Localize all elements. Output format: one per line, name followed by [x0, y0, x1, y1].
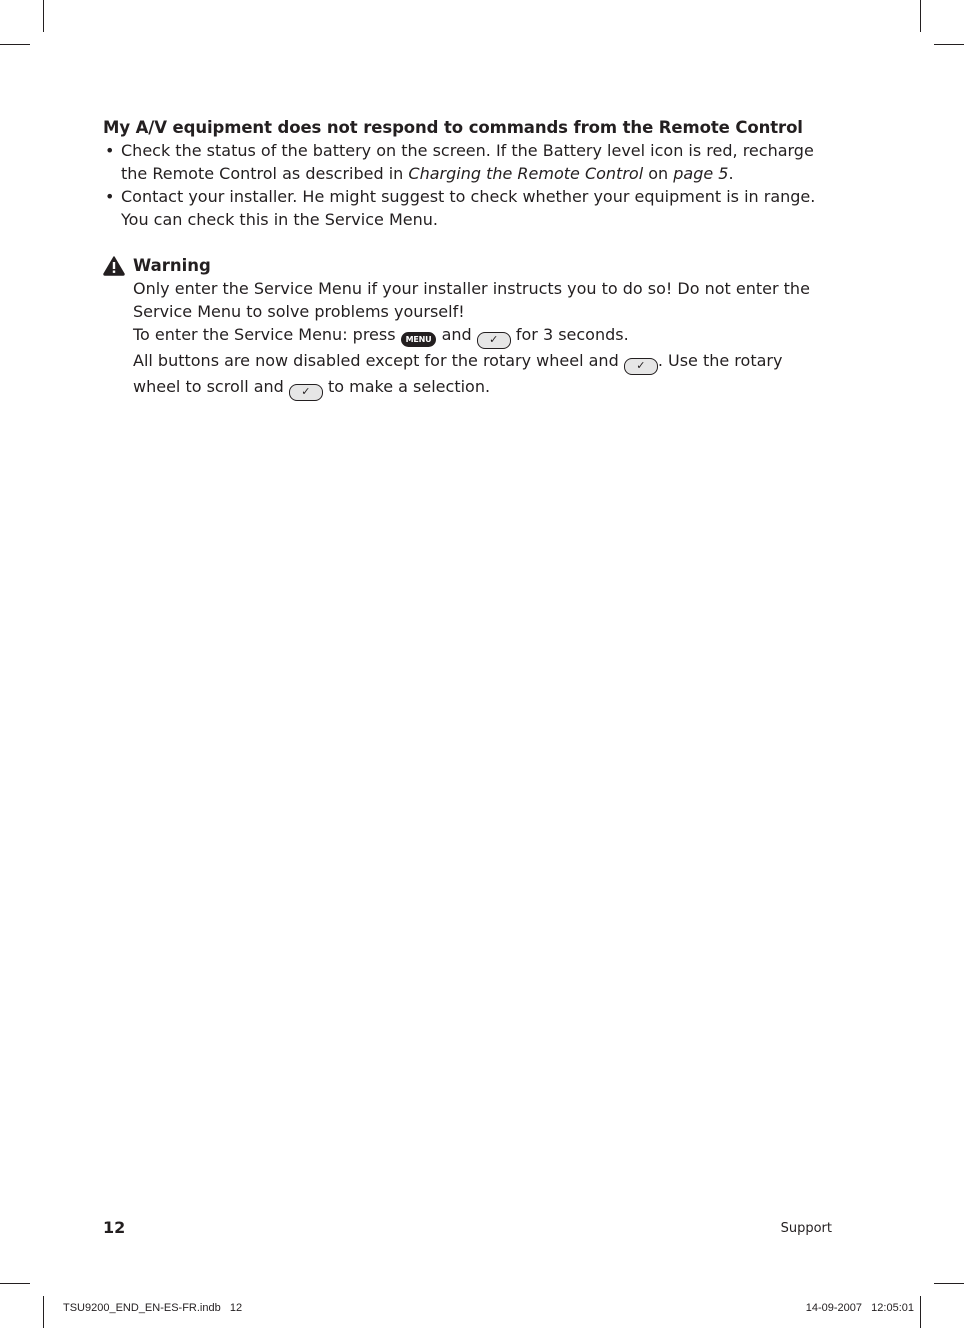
warning-text: Only enter the Service Menu if your inst…: [133, 279, 810, 321]
crop-mark-top-left-v: [43, 0, 44, 32]
bullet-text-end: .: [728, 164, 734, 183]
crop-mark-bottom-right-v: [920, 1296, 921, 1328]
section-heading: My A/V equipment does not respond to com…: [103, 118, 803, 137]
instruction-text: for 3 seconds.: [510, 325, 629, 344]
crop-mark-bottom-right-h: [934, 1283, 964, 1284]
crop-mark-top-right-h: [934, 44, 964, 45]
warning-triangle-icon: [103, 255, 125, 276]
page-number: 12: [103, 1218, 126, 1237]
instruction-text: All buttons are now disabled except for …: [133, 351, 624, 370]
footer-section-name: Support: [780, 1221, 832, 1236]
crop-mark-bottom-left-h: [0, 1283, 30, 1284]
bullet-text-line: You can check this in the Service Menu.: [121, 210, 438, 229]
page-reference[interactable]: page 5: [673, 164, 728, 183]
bullet-text-mid: on: [643, 164, 674, 183]
warning-instruction: All buttons are now disabled except for …: [133, 349, 833, 401]
warning-title: Warning: [133, 256, 211, 275]
cross-reference-link[interactable]: Charging the Remote Control: [408, 164, 643, 183]
bullet-dot: •: [105, 187, 115, 206]
ok-button-icon: ✓: [288, 384, 323, 401]
instruction-text: and: [436, 325, 477, 344]
page-content: My A/V equipment does not respond to com…: [103, 116, 843, 401]
crop-mark-bottom-left-v: [43, 1296, 44, 1328]
slug-file-name: TSU9200_END_EN-ES-FR.indb 12: [63, 1302, 243, 1314]
warning-instruction: To enter the Service Menu: press MENU an…: [133, 323, 843, 349]
ok-button-icon: ✓: [623, 358, 658, 375]
warning-body: Only enter the Service Menu if your inst…: [103, 277, 843, 401]
menu-button-icon: MENU: [400, 332, 437, 347]
warning-header: Warning: [103, 254, 843, 277]
ok-button-icon: ✓: [476, 332, 511, 349]
crop-mark-top-right-v: [920, 0, 921, 32]
slug-datetime: 14-09-2007 12:05:01: [805, 1302, 914, 1314]
bullet-dot: •: [105, 141, 115, 160]
bullet-item: • Check the status of the battery on the…: [103, 139, 843, 185]
instruction-text: to make a selection.: [322, 377, 491, 396]
instruction-text: To enter the Service Menu: press: [133, 325, 401, 344]
crop-mark-top-left-h: [0, 44, 30, 45]
bullet-item: • Contact your installer. He might sugge…: [103, 185, 843, 231]
bullet-text-line: Contact your installer. He might suggest…: [121, 187, 816, 206]
warning-box: Warning Only enter the Service Menu if y…: [103, 254, 843, 401]
